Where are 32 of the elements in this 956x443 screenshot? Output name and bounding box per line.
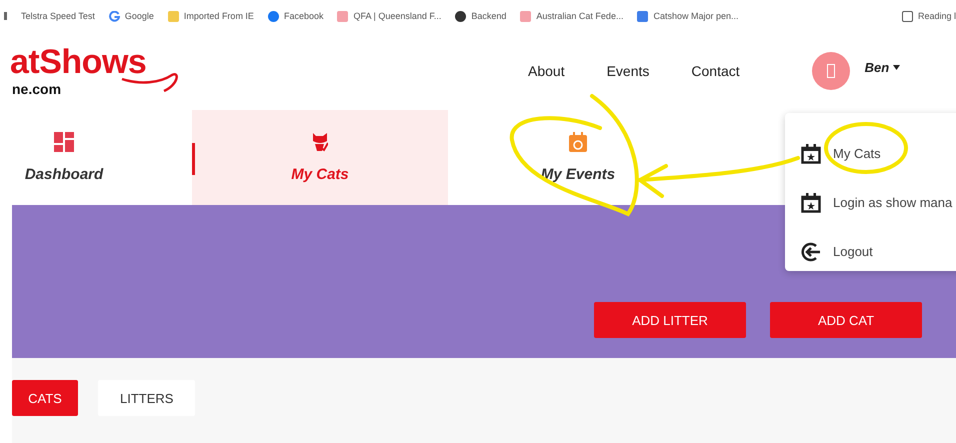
bookmark-link[interactable]: Catshow Major pen... xyxy=(637,10,738,22)
google-icon xyxy=(108,10,120,22)
menu-item[interactable]: Login as show mana xyxy=(785,178,956,227)
add-button[interactable]: ADD CAT xyxy=(770,302,922,338)
nav-link[interactable]: Contact xyxy=(691,63,740,79)
caret-icon xyxy=(893,64,900,70)
logout-icon xyxy=(801,242,821,262)
section-tab[interactable]: My Cats xyxy=(192,110,448,205)
nav-link[interactable]: Events xyxy=(606,63,650,79)
menu-item[interactable]: My Cats xyxy=(785,129,956,178)
avatar[interactable] xyxy=(812,52,850,90)
bookmark-link[interactable]: QFA | Queensland F... xyxy=(337,10,442,22)
dashboard-icon xyxy=(54,132,74,152)
bookmark-link[interactable]: Google xyxy=(108,10,154,22)
bookmark-link[interactable]: Backend xyxy=(455,10,506,22)
list-tab[interactable]: LITTERS xyxy=(98,380,196,416)
calendar-icon xyxy=(569,132,587,152)
list-tab[interactable]: CATS xyxy=(12,380,78,416)
add-button[interactable]: ADD LITTER xyxy=(594,302,746,338)
section-tab[interactable]: Dashboard xyxy=(0,110,128,205)
menu-item[interactable]: Logout xyxy=(785,227,956,276)
logo-text[interactable]: atShows xyxy=(10,43,146,82)
bookmark-link[interactable]: Telstra Speed Test xyxy=(21,11,95,21)
logo-domain: ne.com xyxy=(12,81,62,97)
bookmark-link[interactable]: Facebook xyxy=(268,10,324,22)
nav-link[interactable]: About xyxy=(528,63,565,79)
bookmark-link[interactable]: Australian Cat Fede... xyxy=(520,10,624,22)
bookmark-link[interactable]: Imported From IE xyxy=(168,10,254,22)
user-menu-toggle[interactable]: Ben xyxy=(864,60,900,74)
bookmark-icon xyxy=(4,12,7,20)
reading-list-button[interactable]: Reading l xyxy=(902,10,956,22)
cat-icon xyxy=(312,132,328,152)
